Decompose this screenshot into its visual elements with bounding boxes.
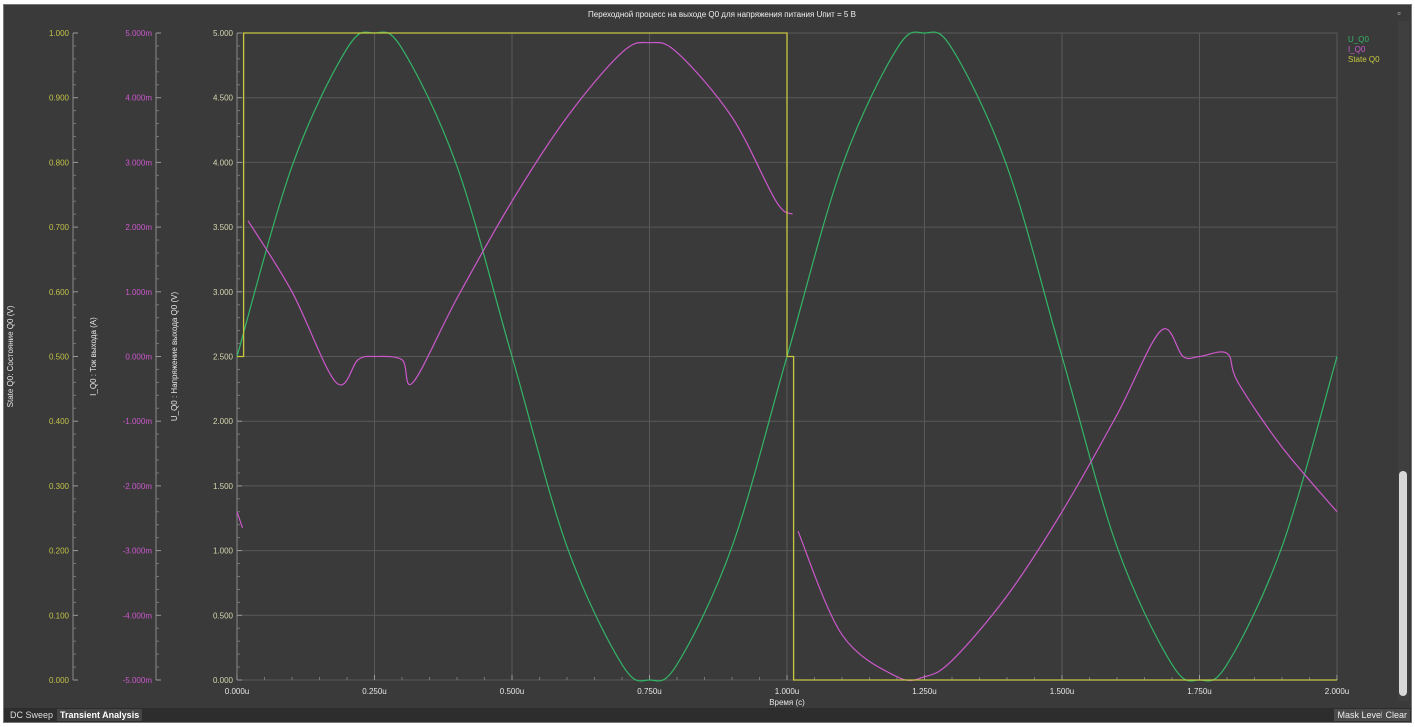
legend-item: I_Q0 <box>1348 45 1366 54</box>
y-tick-label: 1.500 <box>213 482 234 491</box>
y-tick-label: 0.100 <box>49 611 70 620</box>
y-tick-label: 0.500 <box>49 353 70 362</box>
y-tick-label: 2.000 <box>213 417 234 426</box>
y-tick-label: 5.000m <box>125 29 152 38</box>
x-tick-label: 2.000u <box>1325 687 1349 696</box>
y-tick-label: -3.000m <box>123 547 153 556</box>
y-tick-label: 2.000m <box>125 223 152 232</box>
y-tick-label: -1.000m <box>123 417 153 426</box>
y-axis-voltage: 5.000 4.500 4.000 3.500 3.000 2.500 2.000 1.500… <box>170 29 242 685</box>
y-tick-label: 3.000 <box>213 288 234 297</box>
x-tick-label: 1.250u <box>912 687 936 696</box>
y-tick-label: 0.000 <box>213 676 234 685</box>
x-tick-label: 1.500u <box>1050 687 1074 696</box>
y-tick-label: -2.000m <box>123 482 153 491</box>
x-tick-label: 1.750u <box>1187 687 1211 696</box>
y-tick-label: 1.000m <box>125 288 152 297</box>
x-tick-label: 0.500u <box>500 687 524 696</box>
y-tick-label: 4.000 <box>213 158 234 167</box>
y-axis-state: 1.000 0.900 0.800 0.700 0.600 0.500 0.400 0.300… <box>6 29 78 685</box>
y-tick-label: 0.800 <box>49 158 70 167</box>
y-axis-label: I_Q0 : Ток выхода (A) <box>89 317 98 396</box>
y-tick-label: -5.000m <box>123 676 153 685</box>
x-tick-label: 0.000u <box>225 687 249 696</box>
y-tick-label: 5.000 <box>213 29 234 38</box>
y-tick-label: 0.900 <box>49 94 70 103</box>
series-line-i-q0 <box>247 41 793 386</box>
series-line-i-q0 <box>236 511 244 529</box>
y-tick-label: 0.700 <box>49 223 70 232</box>
series-line-i-q0 <box>797 328 1338 682</box>
legend-item: State Q0 <box>1348 55 1380 64</box>
y-tick-label: 4.000m <box>125 94 152 103</box>
y-axis-label: U_Q0 : Напряжение выхода Q0 (V) <box>170 292 179 422</box>
x-tick-label: 0.750u <box>637 687 661 696</box>
y-tick-label: 0.200 <box>49 547 70 556</box>
x-tick-label: 0.250u <box>362 687 386 696</box>
y-tick-label: 0.600 <box>49 288 70 297</box>
chart-svg: 1.000 0.900 0.800 0.700 0.600 0.500 0.400 0.300… <box>6 29 1380 707</box>
y-tick-label: 0.000 <box>49 676 70 685</box>
y-tick-label: 4.500 <box>213 94 234 103</box>
x-tick-label: 1.000u <box>775 687 799 696</box>
y-tick-label: 1.000 <box>213 547 234 556</box>
y-tick-label: 0.000m <box>125 353 152 362</box>
y-tick-label: 0.400 <box>49 417 70 426</box>
y-tick-label: 3.000m <box>125 158 152 167</box>
y-tick-label: 0.300 <box>49 482 70 491</box>
y-tick-label: 3.500 <box>213 223 234 232</box>
legend: U_Q0I_Q0State Q0 <box>1348 35 1380 64</box>
y-tick-label: 2.500 <box>213 353 234 362</box>
y-tick-label: -4.000m <box>123 611 153 620</box>
y-axis-label: State Q0: Состояние Q0 (V) <box>6 305 15 407</box>
y-tick-label: 0.500 <box>213 611 234 620</box>
y-axis-current: 5.000m 4.000m 3.000m 2.000m 1.000m 0.000m -1.0… <box>89 29 161 685</box>
x-axis-label: Время (с) <box>769 698 805 707</box>
legend-item: U_Q0 <box>1348 35 1369 44</box>
y-tick-label: 1.000 <box>49 29 70 38</box>
